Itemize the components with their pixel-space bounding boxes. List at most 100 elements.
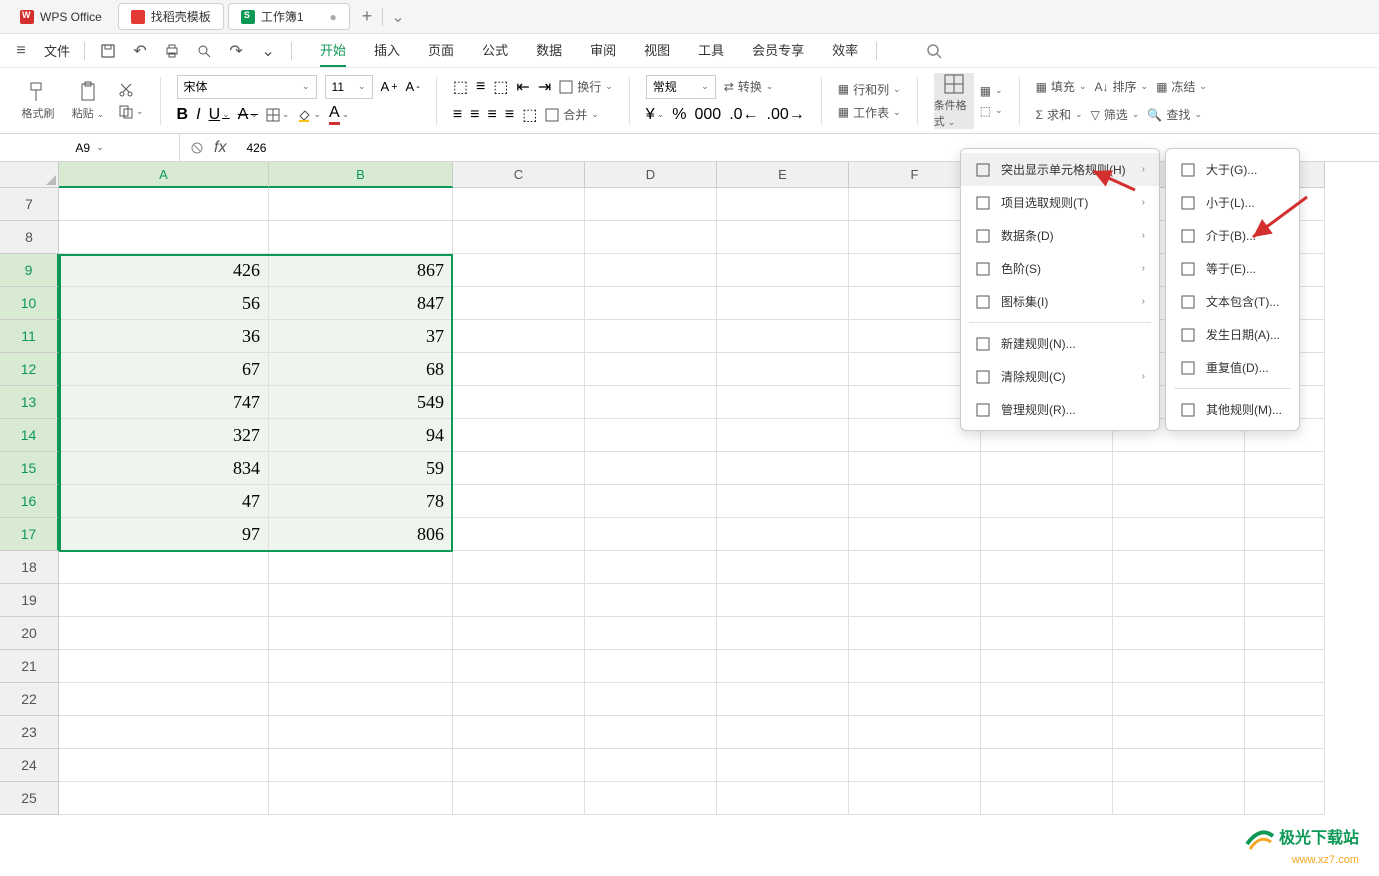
row-header-8[interactable]: 8 [0,221,59,254]
cell-G18[interactable] [981,551,1113,584]
row-header-18[interactable]: 18 [0,551,59,584]
col-header-C[interactable]: C [453,162,585,188]
col-header-D[interactable]: D [585,162,717,188]
cell-C11[interactable] [453,320,585,353]
copy-button[interactable]: ⌄ [118,104,144,120]
select-all-corner[interactable] [0,162,59,188]
cell-B15[interactable]: 59 [269,452,453,485]
new-tab-button[interactable]: + [362,6,373,27]
cell-C23[interactable] [453,716,585,749]
cell-G17[interactable] [981,518,1113,551]
app-tab-workbook[interactable]: 工作簿1 ● [228,3,350,30]
comma-icon[interactable]: 000 [694,106,721,124]
percent-icon[interactable]: % [672,106,686,124]
row-header-17[interactable]: 17 [0,518,59,551]
align-bottom-icon[interactable]: ⬚ [493,77,508,97]
cell-E12[interactable] [717,353,849,386]
decrease-decimal-icon[interactable]: .0← [729,106,758,124]
cell-H22[interactable] [1113,683,1245,716]
distribute-icon[interactable]: ⬚ [522,105,537,125]
tab-menu-caret-icon[interactable]: ⌄ [391,7,404,27]
cell-H21[interactable] [1113,650,1245,683]
cell-H18[interactable] [1113,551,1245,584]
cell-C16[interactable] [453,485,585,518]
cell-A13[interactable]: 747 [59,386,269,419]
cell-I17[interactable] [1245,518,1325,551]
cell-C14[interactable] [453,419,585,452]
cell-G19[interactable] [981,584,1113,617]
cell-E13[interactable] [717,386,849,419]
cell-I22[interactable] [1245,683,1325,716]
cell-H25[interactable] [1113,782,1245,815]
cell-H15[interactable] [1113,452,1245,485]
cell-C25[interactable] [453,782,585,815]
cell-C9[interactable] [453,254,585,287]
cell-D10[interactable] [585,287,717,320]
cell-F15[interactable] [849,452,981,485]
col-header-E[interactable]: E [717,162,849,188]
cell-E25[interactable] [717,782,849,815]
menu-tab-3[interactable]: 公式 [482,34,508,67]
cell-A12[interactable]: 67 [59,353,269,386]
menu-tab-7[interactable]: 工具 [698,34,724,67]
cell-C8[interactable] [453,221,585,254]
cell-E18[interactable] [717,551,849,584]
cell-D7[interactable] [585,188,717,221]
row-header-24[interactable]: 24 [0,749,59,782]
cell-F22[interactable] [849,683,981,716]
print-icon[interactable] [163,42,181,60]
menu-item[interactable]: 等于(E)... [1166,252,1299,285]
sum-button[interactable]: Σ 求和 ⌄ [1036,106,1083,123]
cell-F21[interactable] [849,650,981,683]
increase-font-icon[interactable]: A+ [381,79,398,94]
cell-C21[interactable] [453,650,585,683]
cell-H17[interactable] [1113,518,1245,551]
cell-E20[interactable] [717,617,849,650]
menu-item[interactable]: 突出显示单元格规则(H)› [961,153,1159,186]
number-format-select[interactable]: 常规⌄ [646,75,716,99]
cell-A10[interactable]: 56 [59,287,269,320]
menu-tab-6[interactable]: 视图 [644,34,670,67]
cell-E21[interactable] [717,650,849,683]
cell-H23[interactable] [1113,716,1245,749]
cell-I23[interactable] [1245,716,1325,749]
increase-indent-icon[interactable]: ⇥ [538,77,551,97]
cell-F25[interactable] [849,782,981,815]
cell-B23[interactable] [269,716,453,749]
cell-A20[interactable] [59,617,269,650]
cell-C24[interactable] [453,749,585,782]
align-middle-icon[interactable]: ≡ [476,78,485,96]
cell-H16[interactable] [1113,485,1245,518]
worksheet-button[interactable]: ▦ 工作表 ⌄ [838,104,901,121]
cell-D12[interactable] [585,353,717,386]
menu-item[interactable]: 其他规则(M)... [1166,393,1299,426]
align-left-icon[interactable]: ≡ [453,106,462,124]
font-name-select[interactable]: 宋体⌄ [177,75,317,99]
freeze-button[interactable]: ▦ 冻结 ⌄ [1156,78,1207,95]
name-box[interactable]: A9 ⌄ [0,134,180,161]
cell-B19[interactable] [269,584,453,617]
cell-G20[interactable] [981,617,1113,650]
cell-B24[interactable] [269,749,453,782]
cell-C7[interactable] [453,188,585,221]
cell-I21[interactable] [1245,650,1325,683]
cell-D9[interactable] [585,254,717,287]
cell-A11[interactable]: 36 [59,320,269,353]
cell-E22[interactable] [717,683,849,716]
cell-A14[interactable]: 327 [59,419,269,452]
cell-I20[interactable] [1245,617,1325,650]
italic-icon[interactable]: I [196,106,200,124]
bold-icon[interactable]: B [177,106,189,124]
cell-A24[interactable] [59,749,269,782]
cell-G16[interactable] [981,485,1113,518]
cell-D13[interactable] [585,386,717,419]
cell-G21[interactable] [981,650,1113,683]
cell-F24[interactable] [849,749,981,782]
menu-item[interactable]: 小于(L)... [1166,186,1299,219]
cell-D11[interactable] [585,320,717,353]
cell-I15[interactable] [1245,452,1325,485]
cell-H24[interactable] [1113,749,1245,782]
menu-item[interactable]: 大于(G)... [1166,153,1299,186]
cell-B11[interactable]: 37 [269,320,453,353]
col-header-A[interactable]: A [59,162,269,188]
